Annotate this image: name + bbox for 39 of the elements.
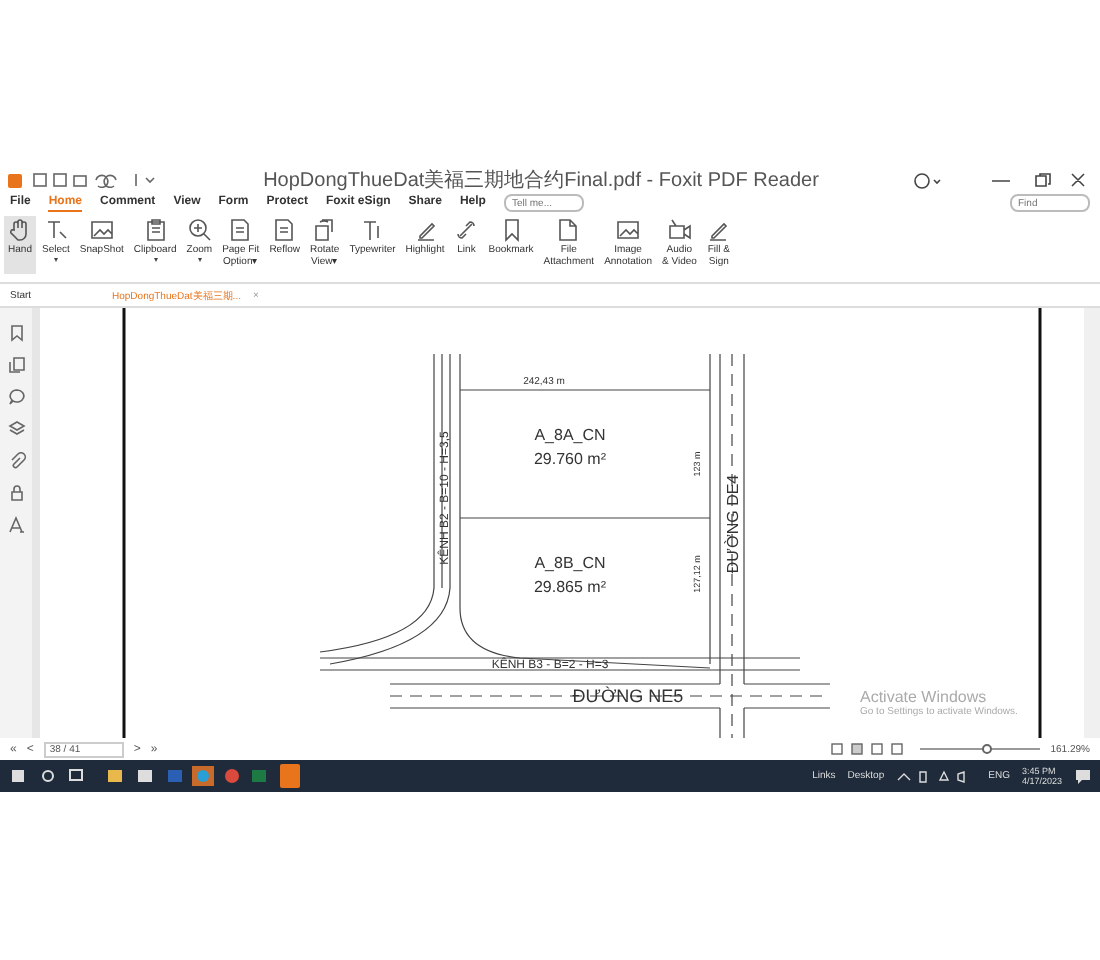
bookmark-icon[interactable] — [499, 218, 523, 242]
rotate-icon[interactable] — [312, 218, 337, 242]
zoom-in-icon[interactable] — [187, 218, 212, 242]
pen-icon[interactable] — [413, 218, 438, 242]
window-title: HopDongThueDat美福三期地合约Final.pdf - Foxit PDF Reader — [261, 167, 821, 194]
file-icon[interactable] — [556, 218, 581, 242]
scrollbar[interactable] — [1084, 308, 1100, 738]
caret-icon[interactable] — [53, 258, 58, 262]
caret-icon[interactable] — [153, 258, 158, 262]
plot-name: A_8B_CN — [534, 554, 606, 572]
lock-icon[interactable] — [7, 484, 25, 502]
page-icon[interactable] — [228, 218, 253, 242]
image-icon[interactable] — [616, 218, 641, 242]
plot-area: 29.865 m² — [533, 578, 607, 596]
clipboard-icon[interactable] — [143, 218, 168, 242]
plot-area: 29.760 m² — [533, 450, 607, 468]
caret-icon[interactable] — [197, 258, 202, 262]
activation-title: Activate Windows — [860, 688, 989, 706]
bookmark-icon[interactable] — [7, 324, 25, 342]
zoom-slider[interactable] — [981, 744, 992, 754]
image-icon[interactable] — [89, 218, 114, 242]
link-icon[interactable] — [454, 218, 479, 242]
plot-name: A_8A_CN — [534, 426, 606, 444]
text-cursor-icon[interactable] — [43, 218, 68, 242]
text-icon[interactable] — [360, 218, 385, 242]
road-label: ĐƯỜNG NE5 — [572, 686, 684, 706]
taskbar-apps-icon[interactable] — [8, 766, 268, 786]
paperclip-icon[interactable] — [7, 452, 25, 470]
layers-icon[interactable] — [7, 420, 25, 438]
signature-icon[interactable] — [7, 516, 25, 534]
app-logo-icon — [8, 173, 22, 187]
video-camera-icon[interactable] — [667, 218, 692, 242]
pen-icon[interactable] — [706, 218, 731, 242]
page-icon[interactable] — [272, 218, 297, 242]
hand-icon[interactable] — [8, 218, 32, 242]
pages-icon[interactable] — [7, 356, 25, 374]
road-label: ĐƯỜNG DE4 — [724, 474, 742, 574]
comment-icon[interactable] — [7, 388, 25, 406]
notification-icon[interactable] — [1074, 767, 1092, 785]
